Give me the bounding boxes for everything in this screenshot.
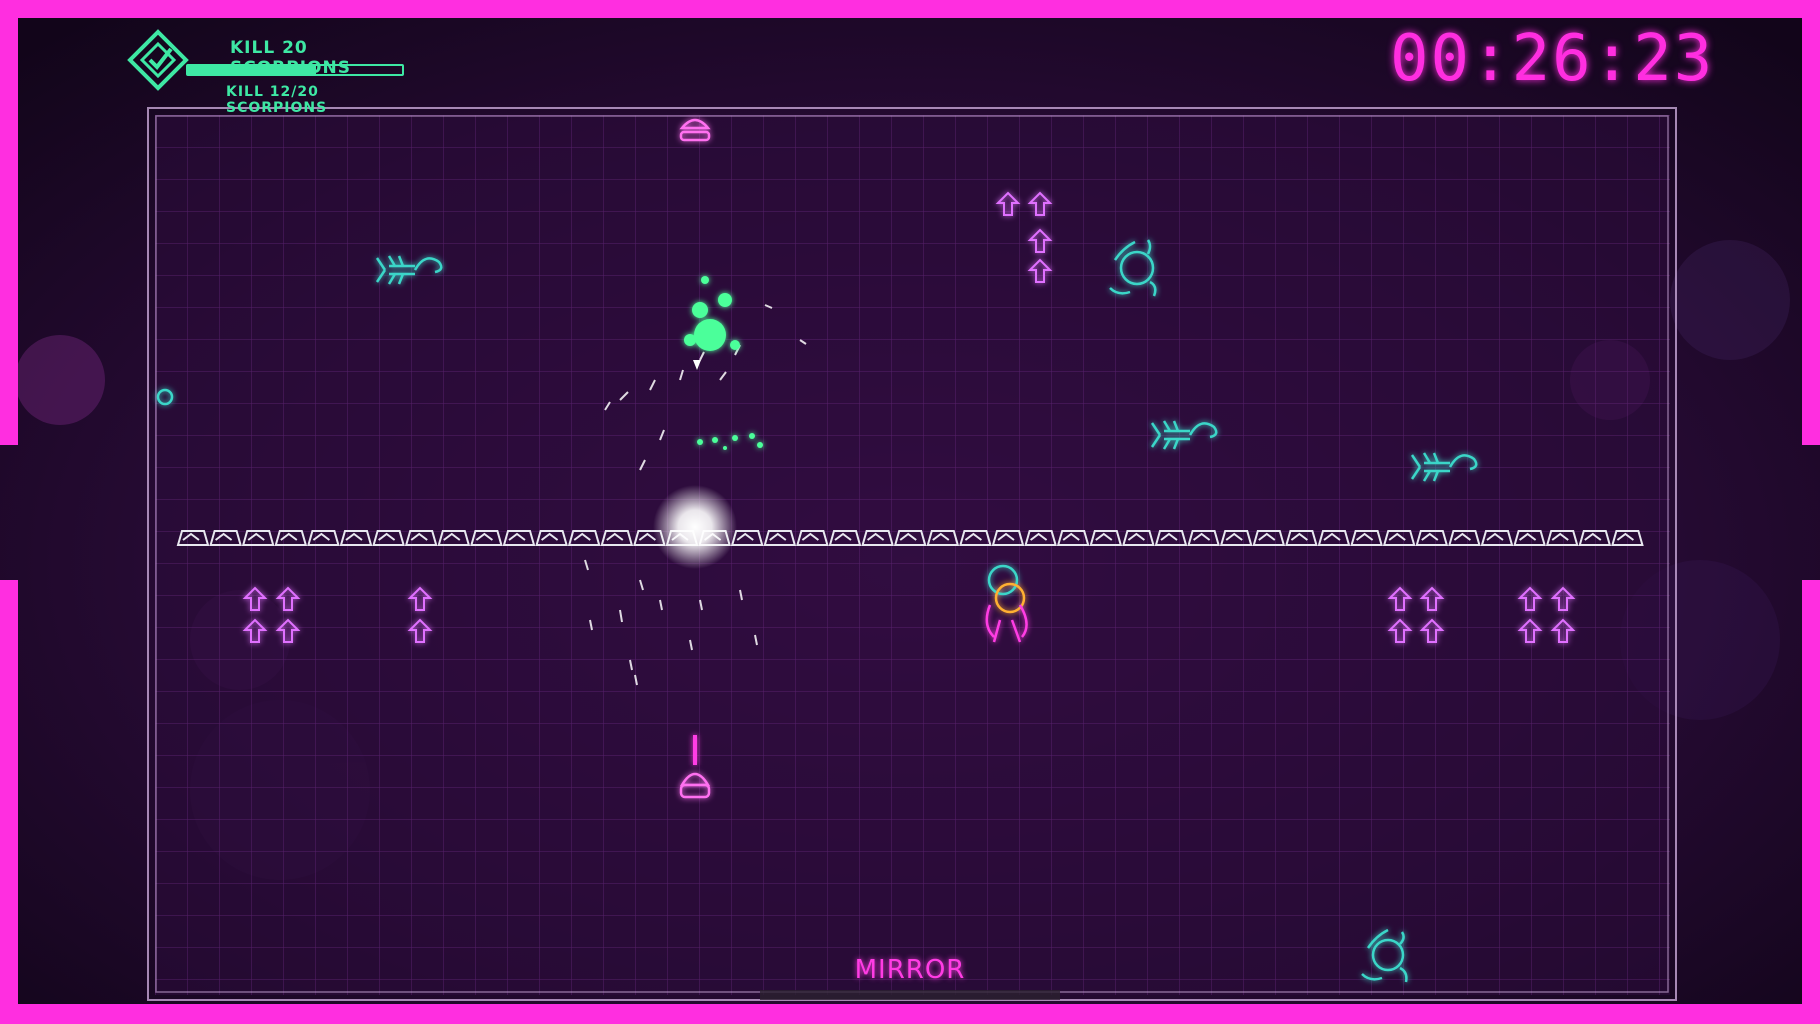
arena [147,107,1677,1001]
objective-progress-label: KILL 12/20 SCORPIONS [226,84,328,116]
objective-progress-bar [186,64,404,76]
mode-strip [760,990,1060,1000]
explosion-flash [653,485,737,569]
checkmark-diamond-icon [127,29,189,91]
game-scene [0,0,1820,1024]
mode-label: MIRROR [854,955,966,985]
game-timer: 00:26:23 [1390,22,1715,96]
objective-progress-fill [188,66,317,74]
